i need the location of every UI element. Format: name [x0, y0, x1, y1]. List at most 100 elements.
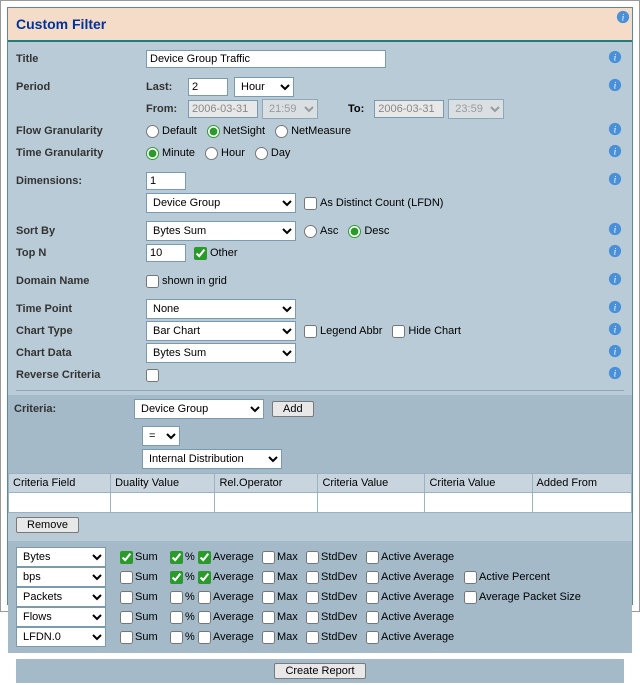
sort-desc-radio[interactable]: Desc	[348, 225, 389, 238]
criteria-select[interactable]: Device Group	[134, 399, 264, 419]
active-average-checkbox[interactable]: Active Average	[366, 551, 462, 564]
active-average-checkbox[interactable]: Active Average	[366, 611, 462, 624]
chart-type-label: Chart Type	[16, 325, 146, 337]
avg-packet-size-checkbox[interactable]: Average Packet Size	[464, 591, 594, 604]
sum-checkbox[interactable]: Sum	[120, 631, 168, 644]
time-point-select[interactable]: None	[146, 299, 296, 319]
average-checkbox[interactable]: Average	[198, 551, 260, 564]
stddev-checkbox[interactable]: StdDev	[306, 631, 364, 644]
sort-by-select[interactable]: Bytes Sum	[146, 221, 296, 241]
percent-checkbox[interactable]: %	[170, 631, 196, 644]
percent-checkbox[interactable]: %	[170, 551, 196, 564]
time-day-radio[interactable]: Day	[255, 147, 291, 160]
add-button[interactable]: Add	[272, 401, 314, 417]
chart-data-label: Chart Data	[16, 347, 146, 359]
active-percent-checkbox[interactable]: Active Percent	[464, 571, 594, 584]
time-point-label: Time Point	[16, 303, 146, 315]
to-date-input	[374, 100, 444, 118]
metric-select[interactable]: LFDN.0	[16, 627, 106, 647]
info-icon[interactable]: i	[608, 366, 622, 380]
other-checkbox[interactable]: Other	[194, 247, 238, 260]
info-icon[interactable]: i	[608, 222, 622, 236]
time-hour-radio[interactable]: Hour	[205, 147, 245, 160]
create-report-button[interactable]: Create Report	[274, 663, 365, 679]
flow-default-radio[interactable]: Default	[146, 125, 197, 138]
info-icon[interactable]: i	[608, 122, 622, 136]
from-date-input	[188, 100, 258, 118]
criteria-label: Criteria:	[14, 403, 134, 415]
last-unit-select[interactable]: Hour	[234, 77, 294, 97]
percent-checkbox[interactable]: %	[170, 571, 196, 584]
flow-netsight-radio[interactable]: NetSight	[207, 125, 265, 138]
max-checkbox[interactable]: Max	[262, 571, 304, 584]
metric-row: Packets Sum % Average Max StdDev Active …	[16, 587, 624, 607]
info-icon[interactable]: i	[616, 10, 630, 24]
max-checkbox[interactable]: Max	[262, 551, 304, 564]
scope-select[interactable]: Internal Distribution	[142, 449, 282, 469]
max-checkbox[interactable]: Max	[262, 591, 304, 604]
sort-by-label: Sort By	[16, 225, 146, 237]
top-n-label: Top N	[16, 247, 146, 259]
info-icon[interactable]: i	[608, 344, 622, 358]
percent-checkbox[interactable]: %	[170, 591, 196, 604]
metric-select[interactable]: Packets	[16, 587, 106, 607]
legend-abbr-checkbox[interactable]: Legend Abbr	[304, 325, 382, 338]
info-icon[interactable]: i	[608, 78, 622, 92]
average-checkbox[interactable]: Average	[198, 591, 260, 604]
sum-checkbox[interactable]: Sum	[120, 611, 168, 624]
metric-select[interactable]: Flows	[16, 607, 106, 627]
active-average-checkbox[interactable]: Active Average	[366, 631, 462, 644]
chart-data-select[interactable]: Bytes Sum	[146, 343, 296, 363]
svg-text:i: i	[614, 225, 617, 236]
dimension-select[interactable]: Device Group	[146, 193, 296, 213]
metric-row: bps Sum % Average Max StdDev Active Aver…	[16, 567, 624, 587]
hide-chart-checkbox[interactable]: Hide Chart	[392, 325, 461, 338]
title-label: Title	[16, 53, 146, 65]
to-time-select: 23:59	[448, 99, 504, 119]
stddev-checkbox[interactable]: StdDev	[306, 591, 364, 604]
flow-netmeasure-radio[interactable]: NetMeasure	[275, 125, 351, 138]
max-checkbox[interactable]: Max	[262, 631, 304, 644]
percent-checkbox[interactable]: %	[170, 611, 196, 624]
as-distinct-checkbox[interactable]: As Distinct Count (LFDN)	[304, 197, 443, 210]
info-icon[interactable]: i	[608, 322, 622, 336]
stddev-checkbox[interactable]: StdDev	[306, 571, 364, 584]
info-icon[interactable]: i	[608, 272, 622, 286]
metric-select[interactable]: Bytes	[16, 547, 106, 567]
period-label: Period	[16, 81, 146, 93]
active-average-checkbox[interactable]: Active Average	[366, 591, 462, 604]
remove-button[interactable]: Remove	[16, 517, 79, 533]
sort-asc-radio[interactable]: Asc	[304, 225, 338, 238]
average-checkbox[interactable]: Average	[198, 571, 260, 584]
last-label: Last:	[146, 81, 188, 93]
top-n-input[interactable]	[146, 244, 186, 262]
metric-row: LFDN.0 Sum % Average Max StdDev Active A…	[16, 627, 624, 647]
sum-checkbox[interactable]: Sum	[120, 551, 168, 564]
time-gran-label: Time Granularity	[16, 147, 146, 159]
last-n-input[interactable]	[188, 78, 228, 96]
info-icon[interactable]: i	[608, 144, 622, 158]
shown-in-grid-checkbox[interactable]: shown in grid	[146, 275, 227, 288]
average-checkbox[interactable]: Average	[198, 631, 260, 644]
dimensions-n-input[interactable]	[146, 172, 186, 190]
from-time-select: 21:59	[262, 99, 318, 119]
time-minute-radio[interactable]: Minute	[146, 147, 195, 160]
reverse-criteria-label: Reverse Criteria	[16, 369, 146, 381]
stddev-checkbox[interactable]: StdDev	[306, 551, 364, 564]
max-checkbox[interactable]: Max	[262, 611, 304, 624]
metric-select[interactable]: bps	[16, 567, 106, 587]
reverse-criteria-checkbox[interactable]	[146, 369, 159, 382]
chart-type-select[interactable]: Bar Chart	[146, 321, 296, 341]
svg-text:i: i	[614, 369, 617, 380]
sum-checkbox[interactable]: Sum	[120, 591, 168, 604]
info-icon[interactable]: i	[608, 244, 622, 258]
title-input[interactable]	[146, 50, 386, 68]
stddev-checkbox[interactable]: StdDev	[306, 611, 364, 624]
active-average-checkbox[interactable]: Active Average	[366, 571, 462, 584]
info-icon[interactable]: i	[608, 172, 622, 186]
info-icon[interactable]: i	[608, 50, 622, 64]
info-icon[interactable]: i	[608, 300, 622, 314]
sum-checkbox[interactable]: Sum	[120, 571, 168, 584]
average-checkbox[interactable]: Average	[198, 611, 260, 624]
operator-select[interactable]: =	[142, 426, 180, 446]
